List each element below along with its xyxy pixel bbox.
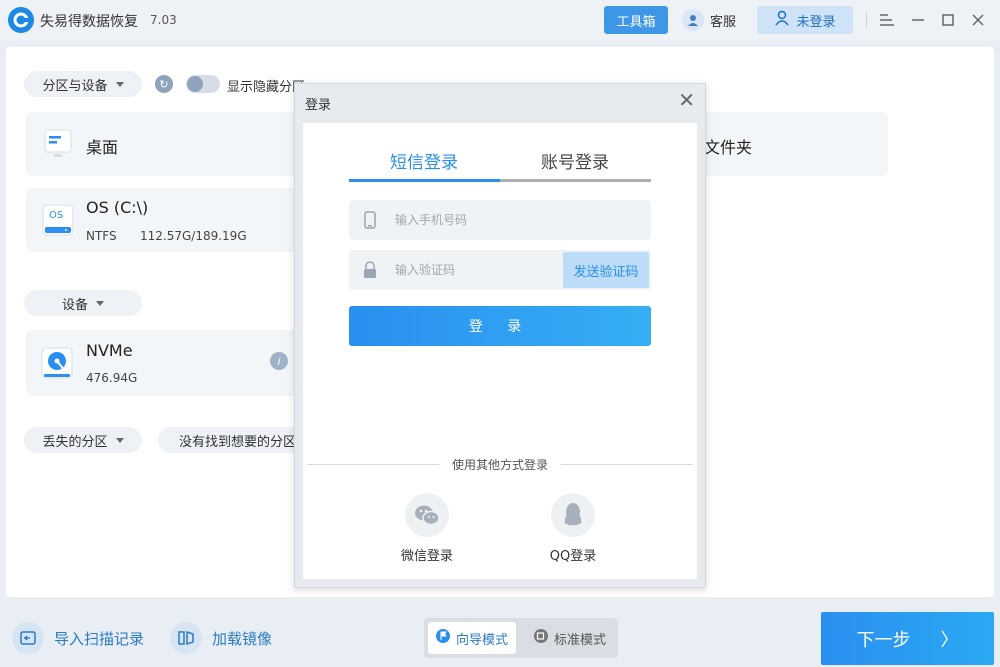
import-scan-label: 导入扫描记录	[54, 628, 144, 649]
app-title: 失易得数据恢复	[40, 11, 138, 31]
drive-icon-text: OS	[49, 210, 63, 221]
load-image-button[interactable]: 加载镜像	[170, 622, 272, 654]
headset-icon	[682, 9, 704, 31]
device-size: 476.94G	[86, 371, 137, 385]
wizard-mode-tab[interactable]: 向导模式	[428, 622, 516, 654]
tab-sms-login[interactable]: 短信登录	[390, 148, 458, 173]
qq-penguin-icon	[551, 493, 595, 537]
user-icon	[774, 10, 790, 30]
title-bar: 失易得数据恢复 7.03 工具箱 客服 未登录	[0, 0, 1000, 40]
title-divider	[866, 12, 867, 28]
next-step-button[interactable]: 下一步 〉	[821, 612, 994, 665]
phone-input[interactable]	[395, 200, 555, 240]
desktop-icon	[44, 129, 72, 163]
chevron-right-icon: 〉	[941, 626, 959, 652]
login-dialog: 登录 ✕ 短信登录 账号登录 发送验证码 登 录 使用其他方式登录	[294, 83, 706, 588]
drive-size: 112.57G/189.19G	[140, 229, 247, 243]
partitions-label: 分区与设备	[42, 75, 107, 94]
show-hidden-toggle[interactable]	[186, 75, 220, 93]
lock-icon	[363, 260, 377, 280]
devices-label: 设备	[62, 294, 88, 313]
drive-name: OS (C:\)	[86, 198, 148, 217]
device-card[interactable]: NVMe 476.94G i	[26, 330, 306, 396]
flag-icon	[436, 629, 450, 647]
device-name: NVMe	[86, 341, 133, 360]
code-field[interactable]: 发送验证码	[349, 250, 651, 290]
window-icon	[534, 629, 548, 647]
desktop-card[interactable]: 桌面	[26, 112, 306, 176]
minimize-icon[interactable]	[908, 10, 928, 30]
partitions-dropdown[interactable]: 分区与设备	[24, 71, 142, 97]
login-status-button[interactable]: 未登录	[757, 6, 853, 34]
send-code-button[interactable]: 发送验证码	[563, 252, 649, 288]
maximize-icon[interactable]	[938, 10, 958, 30]
not-found-label: 没有找到想要的分区	[179, 431, 296, 450]
drive-card[interactable]: OS OS (C:\) NTFS 112.57G/189.19G	[26, 188, 306, 252]
refresh-icon[interactable]: ↻	[155, 75, 173, 93]
partition-not-found-button[interactable]: 没有找到想要的分区	[158, 427, 306, 453]
chevron-down-icon	[96, 301, 104, 306]
phone-icon	[363, 210, 377, 230]
mode-switcher: 向导模式 标准模式	[424, 618, 618, 658]
phone-field[interactable]	[349, 200, 651, 240]
devices-dropdown[interactable]: 设备	[24, 290, 142, 316]
info-icon[interactable]: i	[270, 352, 288, 370]
wechat-login-button[interactable]: 微信登录	[387, 493, 467, 564]
import-icon	[12, 622, 44, 654]
chevron-down-icon	[116, 438, 124, 443]
login-button[interactable]: 登 录	[349, 306, 651, 346]
dialog-body: 短信登录 账号登录 发送验证码 登 录 使用其他方式登录 微信登录	[303, 123, 697, 579]
qq-login-label: QQ登录	[533, 545, 613, 564]
wechat-login-label: 微信登录	[387, 545, 467, 564]
tab-account-login[interactable]: 账号登录	[541, 148, 609, 173]
load-image-label: 加载镜像	[212, 628, 272, 649]
login-status-label: 未登录	[796, 11, 835, 30]
app-version: 7.03	[150, 13, 177, 27]
lost-partitions-dropdown[interactable]: 丢失的分区	[24, 427, 142, 453]
chevron-down-icon	[116, 82, 124, 87]
nvme-disk-icon	[41, 347, 73, 383]
folder-label: 文件夹	[704, 134, 752, 158]
app-logo-icon	[8, 7, 34, 33]
standard-mode-label: 标准模式	[554, 629, 606, 648]
import-scan-button[interactable]: 导入扫描记录	[12, 622, 144, 654]
tab-underline-active	[349, 179, 500, 182]
service-button[interactable]: 客服	[682, 8, 736, 32]
toolbox-button[interactable]: 工具箱	[604, 6, 668, 34]
code-input[interactable]	[395, 250, 555, 290]
standard-mode-tab[interactable]: 标准模式	[526, 622, 614, 654]
desktop-label: 桌面	[86, 134, 118, 158]
drive-filesystem: NTFS	[86, 229, 117, 243]
service-label: 客服	[710, 11, 736, 30]
wechat-icon	[405, 493, 449, 537]
next-step-label: 下一步	[857, 626, 911, 652]
menu-icon[interactable]	[877, 10, 897, 30]
other-methods-label: 使用其他方式登录	[303, 456, 697, 473]
dialog-title: 登录	[305, 94, 331, 113]
disc-image-icon	[170, 622, 202, 654]
folder-card[interactable]: 文件夹	[700, 112, 888, 176]
wizard-mode-label: 向导模式	[456, 629, 508, 648]
dialog-close-icon[interactable]: ✕	[678, 90, 695, 110]
close-icon[interactable]	[968, 10, 988, 30]
qq-login-button[interactable]: QQ登录	[533, 493, 613, 564]
lost-partitions-label: 丢失的分区	[42, 431, 107, 450]
